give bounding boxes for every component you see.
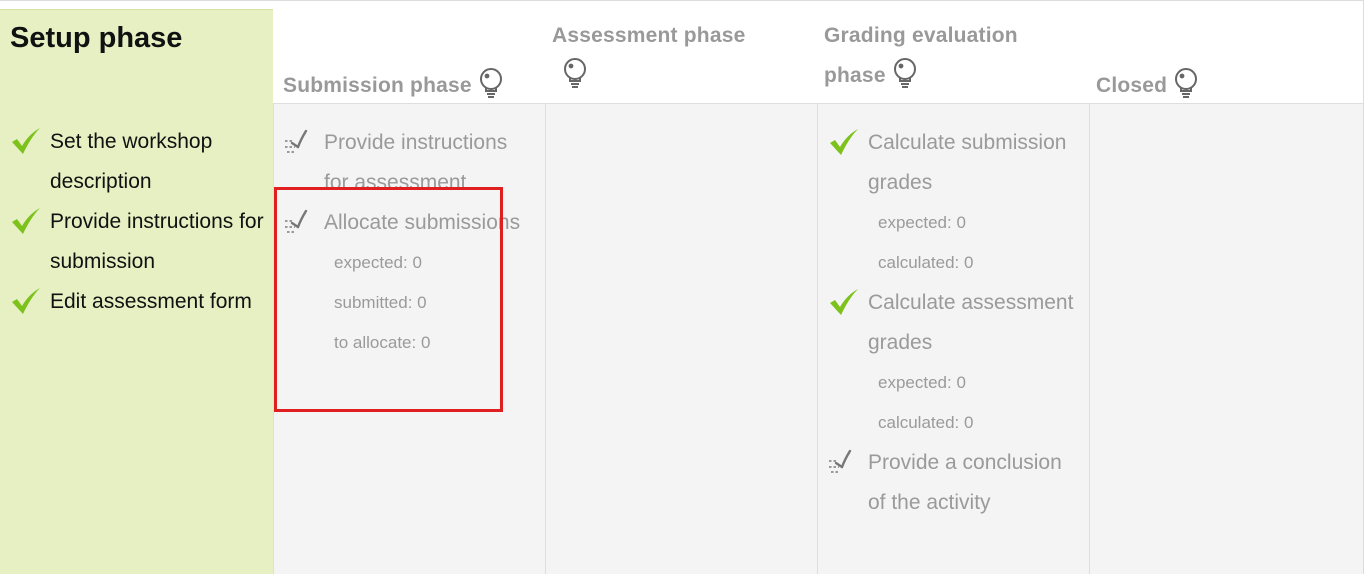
- task-list-submission: Provide instructions for assessment Allo…: [274, 123, 545, 363]
- detail-calculated: calculated: 0: [878, 253, 974, 272]
- todo-checklist-icon: [284, 127, 316, 157]
- phase-title-text: Closed: [1096, 74, 1168, 97]
- detail-calculated: calculated: 0: [878, 413, 974, 432]
- task-link-edit-assessment-form[interactable]: Edit assessment form: [50, 282, 265, 322]
- task-link-set-workshop-description[interactable]: Set the workshop description: [50, 122, 265, 202]
- task-list-grading: Calculate submission grades expected: 0 …: [818, 123, 1089, 523]
- task-title: Calculate assessment grades: [868, 291, 1074, 354]
- task-details: expected: 0 calculated: 0: [868, 203, 1081, 283]
- task-details: expected: 0 calculated: 0: [868, 363, 1081, 443]
- task-details: expected: 0 submitted: 0 to allocate: 0: [324, 243, 537, 363]
- checkmark-icon: [828, 287, 860, 317]
- detail-expected: expected: 0: [334, 253, 422, 272]
- task-title: Allocate submissions: [324, 211, 521, 234]
- lightbulb-icon[interactable]: [1173, 68, 1199, 98]
- detail-expected: expected: 0: [878, 373, 966, 392]
- phase-title-submission: Submission phase: [283, 66, 545, 106]
- phase-title-assessment: Assessment phase: [552, 16, 814, 96]
- task-edit-assessment-form: Edit assessment form: [0, 282, 273, 322]
- checkmark-icon: [10, 126, 42, 156]
- task-provide-instructions-assessment: Provide instructions for assessment: [274, 123, 545, 203]
- phase-setup: Setup phase Set the workshop description…: [0, 9, 273, 574]
- lightbulb-icon[interactable]: [892, 58, 918, 88]
- task-allocate-submissions: Allocate submissions expected: 0 submitt…: [274, 203, 545, 363]
- phase-assessment: Assessment phase: [545, 11, 817, 574]
- todo-checklist-icon: [284, 207, 316, 237]
- task-title: Provide instructions for assessment: [324, 131, 508, 194]
- checkmark-icon: [10, 206, 42, 236]
- phase-title-text: Assessment phase: [552, 24, 746, 47]
- detail-submitted: submitted: 0: [334, 293, 427, 312]
- detail-to-allocate: to allocate: 0: [334, 333, 431, 352]
- task-provide-conclusion: Provide a conclusion of the activity: [818, 443, 1089, 523]
- phase-title-closed: Closed: [1096, 66, 1358, 106]
- phase-title-setup: Setup phase: [10, 22, 183, 54]
- task-title: Provide a conclusion of the activity: [868, 451, 1062, 514]
- phase-closed: Closed: [1089, 11, 1363, 574]
- checkmark-icon: [828, 127, 860, 157]
- todo-checklist-icon: [828, 447, 860, 477]
- task-calculate-assessment-grades: Calculate assessment grades expected: 0 …: [818, 283, 1089, 443]
- phase-submission: Submission phase Provide instructions fo…: [273, 11, 545, 574]
- phase-grading-evaluation: Grading evaluation phase Calculate submi…: [817, 11, 1089, 574]
- task-link-provide-instructions-submission[interactable]: Provide instructions for submission: [50, 202, 265, 282]
- lightbulb-icon[interactable]: [478, 68, 504, 98]
- task-set-workshop-description: Set the workshop description: [0, 122, 273, 202]
- checkmark-icon: [10, 286, 42, 316]
- task-provide-instructions-submission: Provide instructions for submission: [0, 202, 273, 282]
- lightbulb-icon[interactable]: [562, 58, 588, 88]
- phase-title-grading: Grading evaluation phase: [824, 16, 1054, 96]
- phase-title-text: Submission phase: [283, 74, 472, 97]
- task-title: Calculate submission grades: [868, 131, 1067, 194]
- phase-title-text: Grading evaluation phase: [824, 24, 1018, 87]
- workshop-phases-table: Setup phase Set the workshop description…: [0, 0, 1364, 574]
- detail-expected: expected: 0: [878, 213, 966, 232]
- task-list-setup: Set the workshop description Provide ins…: [0, 122, 273, 322]
- task-calculate-submission-grades: Calculate submission grades expected: 0 …: [818, 123, 1089, 283]
